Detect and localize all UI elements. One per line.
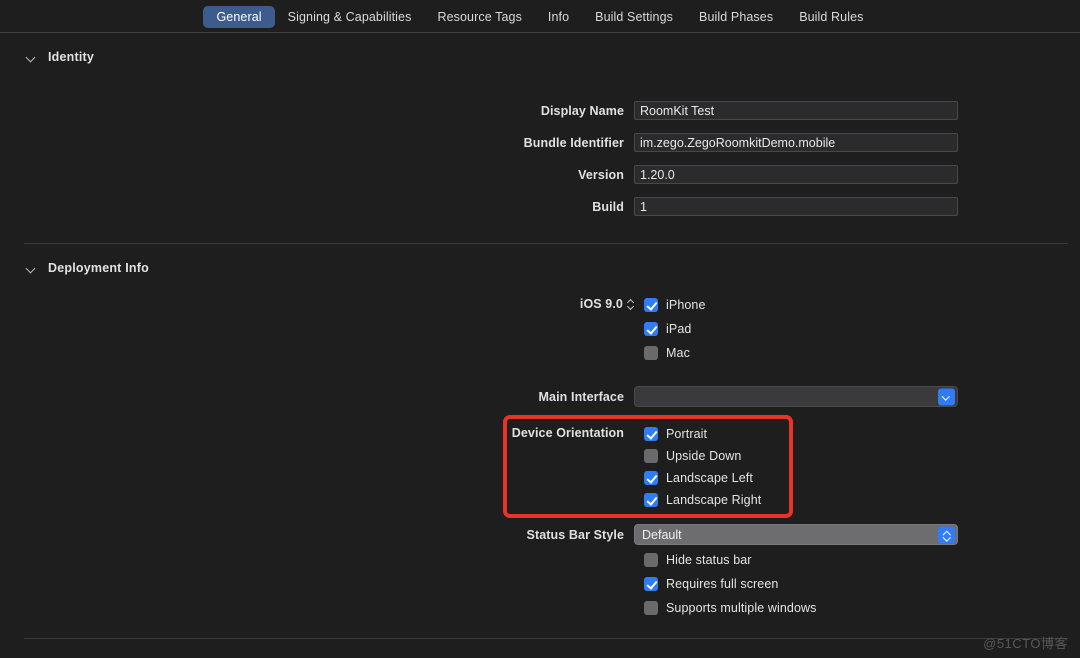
checkbox-label: Supports multiple windows: [666, 601, 817, 615]
stepper-updown-icon: [942, 528, 951, 541]
chevron-down-icon: [26, 263, 37, 274]
section-divider-identity: [24, 243, 1068, 244]
checkbox-supports-multiple-windows[interactable]: Supports multiple windows: [644, 601, 817, 615]
section-title-identity: Identity: [48, 50, 94, 64]
checkbox-box-unchecked-icon: [644, 601, 658, 615]
row-device-orientation: Device Orientation: [505, 426, 634, 440]
tab-build-phases[interactable]: Build Phases: [686, 6, 786, 28]
deployment-target-value: iOS 9.0: [580, 297, 623, 311]
label-bundle-identifier: Bundle Identifier: [505, 136, 634, 150]
row-version: Version: [505, 165, 958, 184]
checkbox-iphone[interactable]: iPhone: [644, 298, 706, 312]
version-input[interactable]: [634, 165, 958, 184]
label-device-orientation: Device Orientation: [505, 426, 634, 440]
display-name-input[interactable]: [634, 101, 958, 120]
label-main-interface: Main Interface: [505, 390, 634, 404]
stepper-updown-icon[interactable]: [627, 298, 634, 310]
section-divider-bottom: [24, 638, 1068, 639]
checkbox-label: Landscape Right: [666, 493, 761, 507]
xcode-project-general-pane: General Signing & Capabilities Resource …: [0, 0, 1080, 658]
section-title-deployment-info: Deployment Info: [48, 261, 149, 275]
tab-resource-tags[interactable]: Resource Tags: [424, 6, 534, 28]
checkbox-ipad[interactable]: iPad: [644, 322, 691, 336]
checkbox-landscape-right[interactable]: Landscape Right: [644, 493, 761, 507]
tab-info[interactable]: Info: [535, 6, 582, 28]
checkbox-mac[interactable]: Mac: [644, 346, 690, 360]
checkbox-box-checked-icon: [644, 322, 658, 336]
checkbox-label: Upside Down: [666, 449, 741, 463]
chevron-down-icon: [943, 393, 950, 400]
label-deployment-target: iOS 9.0: [505, 297, 634, 311]
row-main-interface: Main Interface: [505, 386, 958, 407]
checkbox-box-unchecked-icon: [644, 346, 658, 360]
checkbox-label: iPad: [666, 322, 691, 336]
checkbox-label: Landscape Left: [666, 471, 753, 485]
chevron-down-icon: [26, 52, 37, 63]
checkbox-hide-status-bar[interactable]: Hide status bar: [644, 553, 752, 567]
tab-signing-and-capabilities[interactable]: Signing & Capabilities: [275, 6, 425, 28]
checkbox-label: Requires full screen: [666, 577, 778, 591]
tab-build-settings[interactable]: Build Settings: [582, 6, 686, 28]
watermark: @51CTO博客: [983, 633, 1068, 652]
tab-build-rules[interactable]: Build Rules: [786, 6, 876, 28]
checkbox-box-checked-icon: [644, 577, 658, 591]
row-bundle-identifier: Bundle Identifier: [505, 133, 958, 152]
checkbox-box-checked-icon: [644, 427, 658, 441]
checkbox-label: iPhone: [666, 298, 706, 312]
checkbox-landscape-left[interactable]: Landscape Left: [644, 471, 753, 485]
label-display-name: Display Name: [505, 104, 634, 118]
checkbox-upside-down[interactable]: Upside Down: [644, 449, 741, 463]
row-deployment-target: iOS 9.0: [505, 297, 634, 311]
bundle-identifier-input[interactable]: [634, 133, 958, 152]
row-status-bar-style: Status Bar Style Default: [505, 524, 958, 545]
tab-general[interactable]: General: [203, 6, 274, 28]
label-version: Version: [505, 168, 634, 182]
status-bar-style-value: Default: [635, 528, 682, 542]
checkbox-box-unchecked-icon: [644, 449, 658, 463]
row-display-name: Display Name: [505, 101, 958, 120]
status-bar-style-popup[interactable]: Default: [634, 524, 958, 545]
popup-button[interactable]: [938, 526, 955, 543]
project-editor-tabbar: General Signing & Capabilities Resource …: [0, 0, 1080, 33]
checkbox-box-checked-icon: [644, 471, 658, 485]
section-header-identity[interactable]: Identity: [26, 50, 94, 64]
checkbox-label: Portrait: [666, 427, 707, 441]
main-interface-popup[interactable]: [634, 386, 958, 407]
build-input[interactable]: [634, 197, 958, 216]
checkbox-portrait[interactable]: Portrait: [644, 427, 707, 441]
section-header-deployment-info[interactable]: Deployment Info: [26, 261, 149, 275]
popup-button[interactable]: [938, 388, 955, 405]
checkbox-box-unchecked-icon: [644, 553, 658, 567]
label-build: Build: [505, 200, 634, 214]
label-status-bar-style: Status Bar Style: [505, 528, 634, 542]
checkbox-requires-full-screen[interactable]: Requires full screen: [644, 577, 778, 591]
checkbox-box-checked-icon: [644, 298, 658, 312]
checkbox-box-checked-icon: [644, 493, 658, 507]
row-build: Build: [505, 197, 958, 216]
checkbox-label: Mac: [666, 346, 690, 360]
checkbox-label: Hide status bar: [666, 553, 752, 567]
